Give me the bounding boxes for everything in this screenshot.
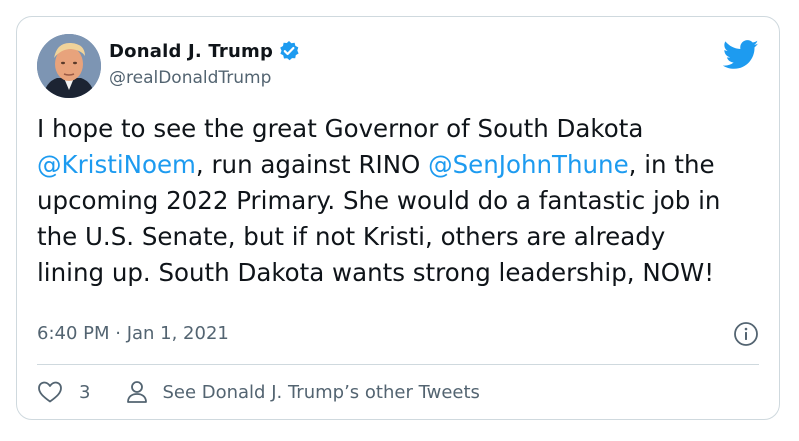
like-button[interactable]: 3 [37, 380, 90, 404]
tweet-meta-row: 6:40 PM · Jan 1, 2021 [37, 319, 759, 349]
person-icon [126, 380, 148, 404]
author-display-name[interactable]: Donald J. Trump [109, 41, 273, 62]
display-name-row: Donald J. Trump [109, 38, 300, 64]
divider [37, 364, 759, 365]
twitter-bird-icon[interactable] [722, 40, 759, 70]
see-other-tweets-label: See Donald J. Trump’s other Tweets [162, 381, 480, 403]
tweet-actions: 3 See Donald J. Trump’s other Tweets [37, 374, 480, 410]
tweet-card: Donald J. Trump @realDonaldTrump I hope … [16, 16, 780, 420]
tweet-header: Donald J. Trump @realDonaldTrump [37, 34, 759, 98]
info-icon[interactable] [733, 321, 759, 347]
avatar-portrait-icon [37, 34, 101, 98]
author-handle[interactable]: @realDonaldTrump [109, 68, 300, 88]
tweet-text-segment: , run against RINO [195, 150, 429, 179]
tweet-text-segment: I hope to see the great Governor of Sout… [37, 114, 644, 143]
see-other-tweets-button[interactable]: See Donald J. Trump’s other Tweets [126, 380, 480, 404]
verified-badge-icon [278, 40, 300, 62]
avatar[interactable] [37, 34, 101, 98]
mention-link-senjohnthune[interactable]: @SenJohnThune [428, 150, 629, 179]
tweet-timestamp-link[interactable]: 6:40 PM · Jan 1, 2021 [37, 323, 229, 344]
mention-link-kristinoem[interactable]: @KristiNoem [37, 150, 196, 179]
like-count: 3 [79, 381, 91, 403]
heart-icon [37, 380, 63, 404]
tweet-text: I hope to see the great Governor of Sout… [37, 111, 737, 291]
author-names: Donald J. Trump @realDonaldTrump [109, 38, 300, 88]
